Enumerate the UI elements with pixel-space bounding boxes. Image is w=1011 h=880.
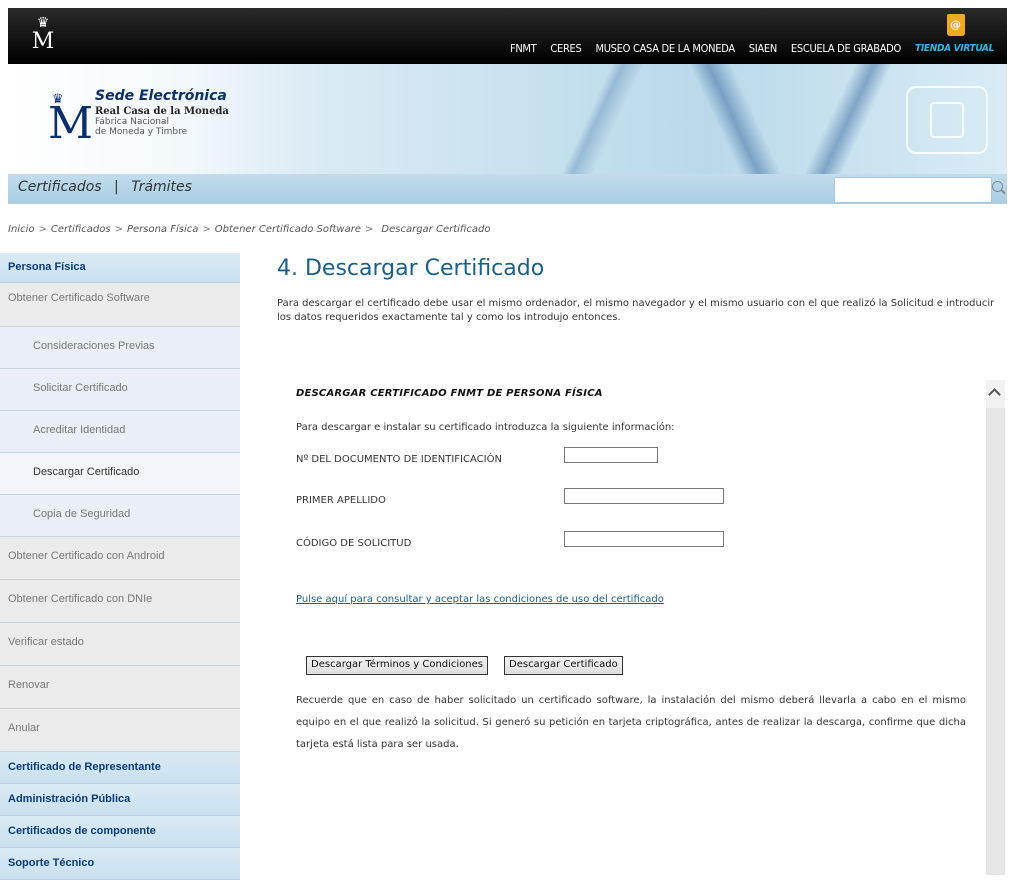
sidebar: Persona Física Obtener Certificado Softw… [0, 253, 240, 880]
sidebar-item-administracion[interactable]: Administración Pública [0, 784, 240, 816]
conditions-link[interactable]: Pulse aquí para consultar y aceptar las … [296, 594, 664, 605]
breadcrumb-separator: > [365, 224, 374, 235]
page-title: 4. Descargar Certificado [277, 256, 545, 281]
top-bar: ♛ M FNMT CERES MUSEO CASA DE LA MONEDA S… [8, 8, 1007, 64]
m-logo-icon: M [31, 29, 55, 54]
chevron-up-icon [988, 388, 1001, 401]
nav-escuela-grabado[interactable]: ESCUELA DE GRABADO [784, 42, 908, 55]
nav-tramites[interactable]: Trámites [131, 179, 192, 195]
header-banner: ♛ M Sede Electrónica Real Casa de la Mon… [8, 64, 1007, 174]
top-nav: FNMT CERES MUSEO CASA DE LA MONEDA SIAEN… [503, 42, 1001, 55]
codigo-solicitud-field[interactable] [564, 531, 724, 547]
main-content: 4. Descargar Certificado Para descargar … [277, 256, 1007, 325]
doc-label: Nº DEL DOCUMENTO DE IDENTIFICACIÓN [296, 454, 502, 465]
scrollbar[interactable] [986, 380, 1005, 875]
apellido-label: PRIMER APELLIDO [296, 495, 386, 506]
sede-brand[interactable]: Sede Electrónica Real Casa de la Moneda … [95, 88, 229, 137]
panel-lead: Para descargar e instalar su certificado… [296, 422, 675, 433]
breadcrumb-separator: > [38, 224, 47, 235]
sidebar-item-android[interactable]: Obtener Certificado con Android [0, 537, 240, 580]
download-panel: DESCARGAR CERTIFICADO FNMT DE PERSONA FÍ… [278, 380, 1003, 875]
brand-line2: de Moneda y Timbre [95, 127, 188, 137]
download-terms-button[interactable]: Descargar Términos y Condiciones [306, 656, 489, 675]
sidebar-item-soporte[interactable]: Soporte Técnico [0, 848, 240, 880]
brand-subtitle: Real Casa de la Moneda [95, 106, 229, 117]
nav-museo[interactable]: MUSEO CASA DE LA MONEDA [589, 42, 742, 55]
sidebar-item-solicitar[interactable]: Solicitar Certificado [0, 369, 240, 411]
scroll-up-button[interactable] [986, 380, 1005, 408]
search-icon[interactable] [992, 181, 1003, 192]
breadcrumb-certificados[interactable]: Certificados [51, 224, 111, 235]
doc-number-field[interactable] [564, 447, 658, 463]
smartcard-chip-icon [906, 86, 988, 154]
sidebar-item-consideraciones[interactable]: Consideraciones Previas [0, 327, 240, 369]
note-text: Recuerde que en caso de haber solicitado… [296, 695, 966, 750]
nav-separator: | [114, 179, 119, 195]
sidebar-item-anular[interactable]: Anular [0, 709, 240, 752]
primer-apellido-field[interactable] [564, 488, 724, 504]
sidebar-item-dnie[interactable]: Obtener Certificado con DNIe [0, 580, 240, 623]
crown-icon: ♛ [36, 15, 50, 31]
sidebar-item-componente[interactable]: Certificados de componente [0, 816, 240, 848]
sidebar-item-renovar[interactable]: Renovar [0, 666, 240, 709]
breadcrumb-separator: > [114, 224, 123, 235]
panel-title: DESCARGAR CERTIFICADO FNMT DE PERSONA FÍ… [296, 388, 603, 399]
intro-text: Para descargar el certificado debe usar … [277, 298, 995, 323]
sidebar-item-copia[interactable]: Copia de Seguridad [0, 495, 240, 537]
breadcrumb-persona-fisica[interactable]: Persona Física [127, 224, 198, 235]
sidebar-item-persona-fisica[interactable]: Persona Física [0, 253, 240, 283]
nav-certificados[interactable]: Certificados [18, 179, 102, 195]
sidebar-item-obtener-software[interactable]: Obtener Certificado Software [0, 283, 240, 327]
brand-title: Sede Electrónica [95, 88, 227, 104]
fnmt-logo[interactable]: ♛ M [30, 16, 56, 56]
nav-fnmt[interactable]: FNMT [503, 42, 543, 55]
download-certificate-button[interactable]: Descargar Certificado [504, 656, 623, 675]
sede-logo-icon[interactable]: M [48, 94, 93, 154]
codigo-label: CÓDIGO DE SOLICITUD [296, 538, 412, 549]
nav-tienda-virtual[interactable]: TIENDA VIRTUAL [908, 43, 1001, 54]
nav-ceres[interactable]: CERES [543, 42, 588, 55]
shopping-bag-icon[interactable] [947, 14, 965, 36]
brand-line1: Fábrica Nacional [95, 117, 170, 127]
sidebar-item-verificar[interactable]: Verificar estado [0, 623, 240, 666]
search-input[interactable] [834, 177, 992, 203]
breadcrumb: Inicio > Certificados > Persona Física > Obten… [8, 224, 490, 235]
breadcrumb-inicio[interactable]: Inicio [8, 224, 34, 235]
breadcrumb-obtener-software[interactable]: Obtener Certificado Software [215, 224, 361, 235]
sidebar-item-representante[interactable]: Certificado de Representante [0, 752, 240, 784]
section-nav: Certificados | Trámites [8, 174, 1007, 204]
sidebar-item-descargar[interactable]: Descargar Certificado [0, 453, 240, 495]
breadcrumb-separator: > [202, 224, 211, 235]
breadcrumb-current: Descargar Certificado [381, 224, 491, 235]
nav-siaen[interactable]: SIAEN [742, 42, 784, 55]
sidebar-item-acreditar[interactable]: Acreditar Identidad [0, 411, 240, 453]
